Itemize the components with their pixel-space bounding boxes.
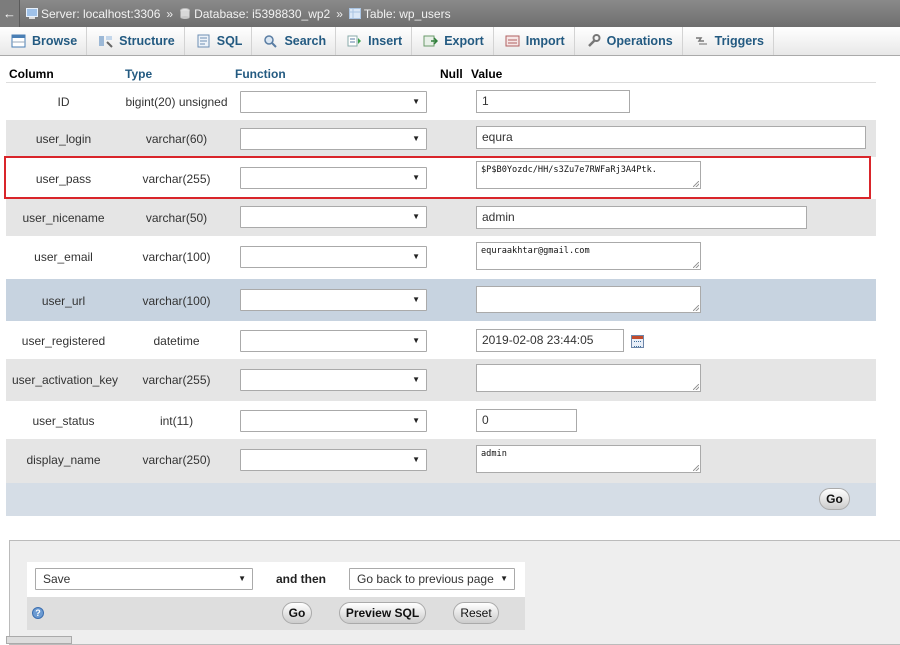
breadcrumb-server[interactable]: Server: localhost:3306 xyxy=(41,7,160,21)
column-type: varchar(255) xyxy=(142,373,211,387)
browse-icon xyxy=(11,34,26,48)
value-textarea-display-name[interactable]: admin xyxy=(476,445,701,473)
column-name: display_name xyxy=(26,453,101,467)
form-footer: Go xyxy=(6,483,876,516)
column-name: user_login xyxy=(35,132,92,146)
function-select[interactable]: ▼ xyxy=(240,449,427,471)
reset-button[interactable]: Reset xyxy=(453,602,499,624)
function-select[interactable]: ▼ xyxy=(240,206,427,228)
column-name: user_email xyxy=(34,250,93,264)
action-buttons-row: Go Preview SQL Reset xyxy=(27,597,525,630)
value-textarea-user-activation-key[interactable] xyxy=(476,364,701,392)
tab-import[interactable]: Import xyxy=(494,27,575,55)
resize-grip-icon[interactable] xyxy=(693,305,699,311)
function-select[interactable]: ▼ xyxy=(240,128,427,150)
column-type: varchar(50) xyxy=(145,211,208,225)
value-input-user-nicename[interactable]: admin xyxy=(476,206,807,229)
value-input-user-status[interactable]: 0 xyxy=(476,409,577,432)
function-select[interactable]: ▼ xyxy=(240,289,427,311)
header-function[interactable]: Function xyxy=(235,67,286,83)
triggers-icon xyxy=(694,34,709,48)
column-name: user_registered xyxy=(21,334,106,348)
server-icon xyxy=(26,8,38,19)
wrench-icon xyxy=(586,34,601,48)
tab-triggers[interactable]: Triggers xyxy=(683,27,774,55)
table-row: user_email varchar(100) ▼ equraakhtar@gm… xyxy=(6,236,876,279)
resize-grip-icon[interactable] xyxy=(693,262,699,268)
table-row: ID bigint(20) unsigned ▼ 1 xyxy=(6,84,876,120)
table-row: user_activation_key varchar(255) ▼ xyxy=(6,359,876,401)
function-select[interactable]: ▼ xyxy=(240,330,427,352)
header-column: Column xyxy=(9,67,54,81)
column-name: user_status xyxy=(32,414,95,428)
table-row: user_nicename varchar(50) ▼ admin xyxy=(6,199,876,236)
preview-sql-button[interactable]: Preview SQL xyxy=(339,602,426,624)
tab-insert[interactable]: Insert xyxy=(336,27,413,55)
table-row: display_name varchar(250) ▼ admin xyxy=(6,439,876,483)
column-type: varchar(100) xyxy=(142,294,211,308)
header-null: Null xyxy=(440,67,463,81)
tab-search[interactable]: Search xyxy=(252,27,337,55)
tab-structure[interactable]: Structure xyxy=(87,27,185,55)
tab-operations[interactable]: Operations xyxy=(575,27,683,55)
function-select[interactable]: ▼ xyxy=(240,369,427,391)
highlight-box xyxy=(4,156,871,199)
table-row: user_status int(11) ▼ 0 xyxy=(6,401,876,439)
function-select[interactable]: ▼ xyxy=(240,91,427,113)
search-icon xyxy=(263,34,278,48)
tab-bar: Browse Structure SQL Search Insert Expor… xyxy=(0,27,900,56)
and-then-label: and then xyxy=(276,572,326,586)
column-type: varchar(60) xyxy=(145,132,208,146)
breadcrumb: ← Server: localhost:3306 » Database: i53… xyxy=(0,0,900,27)
column-type: varchar(100) xyxy=(142,250,211,264)
breadcrumb-database[interactable]: Database: i5398830_wp2 xyxy=(194,7,330,21)
insert-icon xyxy=(347,34,362,48)
table-row: user_url varchar(100) ▼ xyxy=(6,279,876,321)
database-icon xyxy=(179,8,191,19)
function-select[interactable]: ▼ xyxy=(240,246,427,268)
column-type: datetime xyxy=(153,334,200,348)
resize-grip-icon[interactable] xyxy=(693,465,699,471)
resize-grip-icon[interactable] xyxy=(693,384,699,390)
value-textarea-user-email[interactable]: equraakhtar@gmail.com xyxy=(476,242,701,270)
sql-icon xyxy=(196,34,211,48)
save-select[interactable]: Save ▼ xyxy=(35,568,253,590)
column-type: bigint(20) unsigned xyxy=(125,95,228,109)
column-type: varchar(250) xyxy=(142,453,211,467)
value-input-user-login[interactable]: equra xyxy=(476,126,866,149)
column-type: int(11) xyxy=(159,414,194,428)
value-input-id[interactable]: 1 xyxy=(476,90,630,113)
table-icon xyxy=(348,8,361,19)
column-name: user_nicename xyxy=(22,211,105,225)
header-value: Value xyxy=(471,67,503,81)
tab-export[interactable]: Export xyxy=(412,27,494,55)
column-name: user_url xyxy=(41,294,86,308)
header-divider xyxy=(6,82,876,83)
after-insert-options: Save ▼ and then Go back to previous page ▼ xyxy=(27,562,525,597)
import-icon xyxy=(505,34,520,48)
breadcrumb-table[interactable]: Table: wp_users xyxy=(364,7,451,21)
column-name: ID xyxy=(57,95,70,109)
header-type[interactable]: Type xyxy=(125,67,152,83)
after-action-select[interactable]: Go back to previous page ▼ xyxy=(349,568,515,590)
table-row: user_registered datetime ▼ 2019-02-08 23… xyxy=(6,321,876,359)
help-icon[interactable]: ? xyxy=(32,607,44,619)
value-input-user-registered[interactable]: 2019-02-08 23:44:05 xyxy=(476,329,624,352)
go-button-bottom[interactable]: Go xyxy=(282,602,312,624)
structure-icon xyxy=(98,34,113,48)
tab-browse[interactable]: Browse xyxy=(0,27,88,55)
back-arrow-icon[interactable]: ← xyxy=(0,0,20,27)
tab-sql[interactable]: SQL xyxy=(185,27,253,55)
console-tab[interactable] xyxy=(6,636,72,644)
column-name: user_activation_key xyxy=(11,373,119,387)
export-icon xyxy=(423,34,439,48)
function-select[interactable]: ▼ xyxy=(240,410,427,432)
calendar-icon[interactable] xyxy=(631,335,644,348)
value-textarea-user-url[interactable] xyxy=(476,286,701,313)
table-row: user_login varchar(60) ▼ equra xyxy=(6,120,876,157)
go-button[interactable]: Go xyxy=(819,488,850,510)
